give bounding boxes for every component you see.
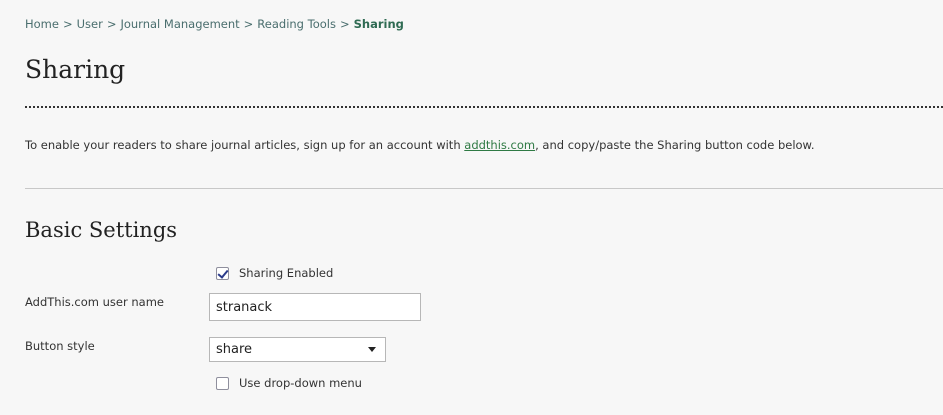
username-label: AddThis.com user name <box>25 295 164 309</box>
button-style-label: Button style <box>25 339 95 353</box>
breadcrumb-separator: > <box>62 17 73 31</box>
breadcrumb-journal-management-link[interactable]: Journal Management <box>120 17 239 31</box>
breadcrumb-separator: > <box>106 17 117 31</box>
section-divider <box>25 188 943 189</box>
chevron-down-icon <box>368 347 376 352</box>
breadcrumb-separator: > <box>243 17 254 31</box>
title-divider <box>25 106 943 108</box>
addthis-link[interactable]: addthis.com <box>464 138 535 152</box>
breadcrumb-user-link[interactable]: User <box>77 17 103 31</box>
button-style-selected-value: share <box>216 342 253 357</box>
sharing-enabled-label: Sharing Enabled <box>239 266 334 280</box>
basic-settings-heading: Basic Settings <box>25 218 178 242</box>
intro-text-before-link: To enable your readers to share journal … <box>25 138 465 152</box>
breadcrumb-reading-tools-link[interactable]: Reading Tools <box>257 17 336 31</box>
breadcrumb: Home > User > Journal Management > Reading Too… <box>25 17 404 31</box>
intro-text-after-link: , and copy/paste the Sharing button code… <box>535 138 815 152</box>
sharing-enabled-row[interactable]: Sharing Enabled <box>216 266 333 280</box>
breadcrumb-home-link[interactable]: Home <box>25 17 59 31</box>
username-input[interactable] <box>209 293 421 321</box>
use-dropdown-row[interactable]: Use drop-down menu <box>216 376 362 390</box>
page-container: Home > User > Journal Management > Reading Too… <box>0 0 943 415</box>
use-dropdown-label: Use drop-down menu <box>239 376 362 390</box>
breadcrumb-separator: > <box>339 17 350 31</box>
button-style-select[interactable]: share <box>209 337 386 362</box>
intro-text: To enable your readers to share journal … <box>25 138 935 152</box>
use-dropdown-checkbox[interactable] <box>216 376 229 390</box>
sharing-enabled-checkbox[interactable] <box>216 266 229 280</box>
page-title: Sharing <box>25 55 126 84</box>
breadcrumb-current-sharing[interactable]: Sharing <box>354 17 404 31</box>
